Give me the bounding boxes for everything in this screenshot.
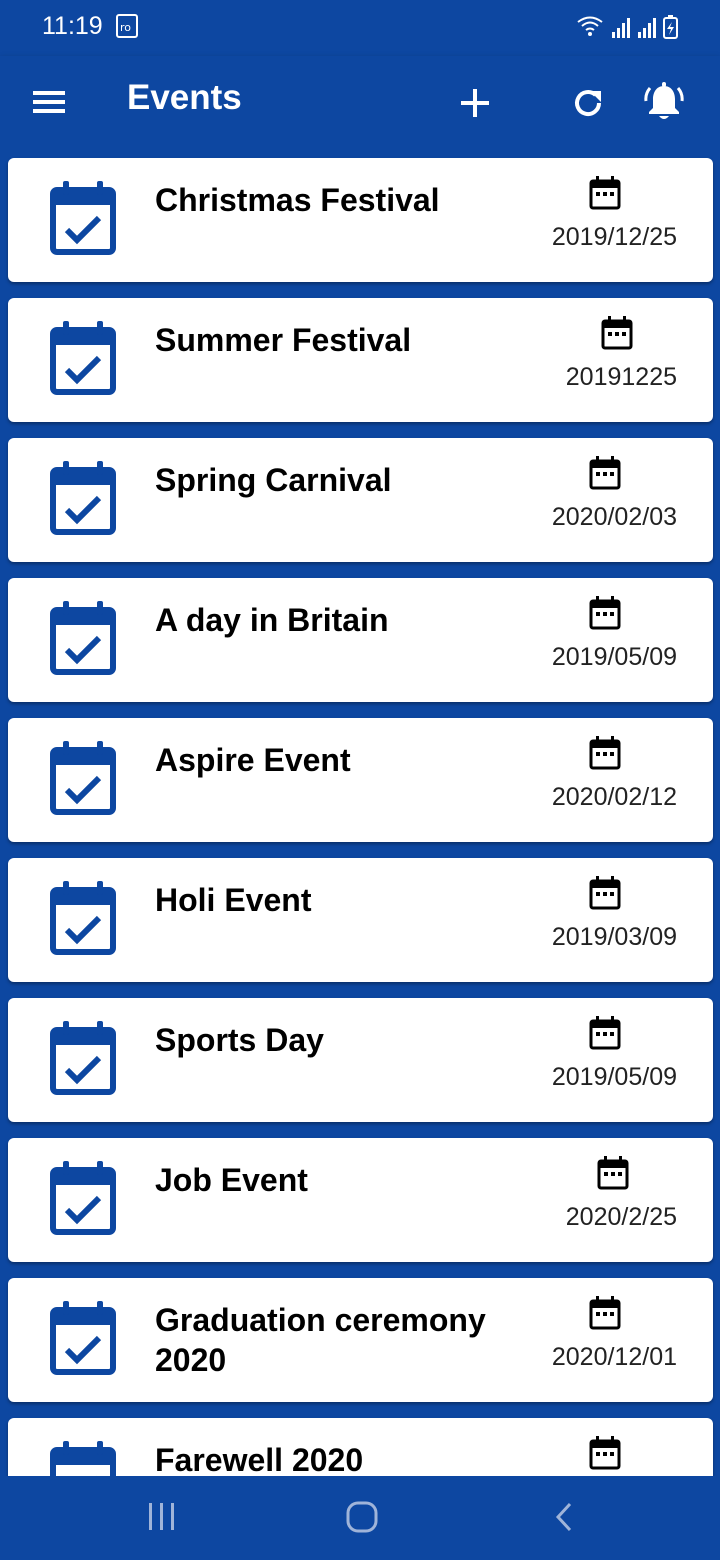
battery-icon bbox=[663, 15, 678, 39]
calendar-check-icon bbox=[49, 1160, 117, 1236]
event-date: 2020/02/12 bbox=[551, 783, 677, 811]
event-date-block: 2020/2/25 bbox=[517, 1156, 677, 1246]
event-title: Farewell 2020 bbox=[155, 1442, 364, 1476]
event-card[interactable]: Spring Carnival 2020/02/03 bbox=[8, 438, 713, 562]
bell-icon[interactable] bbox=[644, 81, 684, 123]
event-date-block: 2019/05/09 bbox=[517, 596, 677, 686]
menu-icon[interactable] bbox=[30, 83, 68, 121]
event-date: 2019/12/25 bbox=[551, 223, 677, 251]
calendar-icon bbox=[589, 596, 621, 630]
event-date: 2020/12/01 bbox=[551, 1343, 677, 1371]
plus-icon[interactable] bbox=[455, 83, 495, 123]
event-title: Sports Day bbox=[155, 1022, 324, 1058]
event-card[interactable]: Job Event 2020/2/25 bbox=[8, 1138, 713, 1262]
calendar-check-icon bbox=[49, 880, 117, 956]
event-card[interactable]: Christmas Festival 2019/12/25 bbox=[8, 158, 713, 282]
calendar-icon bbox=[589, 1296, 621, 1330]
event-date: 2019/03/09 bbox=[551, 923, 677, 951]
app-bar: Events bbox=[0, 56, 720, 150]
event-title: Christmas Festival bbox=[155, 182, 440, 218]
event-date-block: 2019/05/09 bbox=[517, 1016, 677, 1106]
status-time: 11:19 bbox=[42, 12, 103, 40]
event-card[interactable]: Graduation ceremony 2020 2020/12/01 bbox=[8, 1278, 713, 1402]
status-bar: 11:19 ro bbox=[0, 0, 720, 56]
event-date: 2019/05/09 bbox=[551, 643, 677, 671]
calendar-icon bbox=[589, 876, 621, 910]
event-title: Job Event bbox=[155, 1162, 308, 1198]
event-date-block: 2020/02/03 bbox=[517, 456, 677, 546]
system-status-icons bbox=[576, 14, 680, 45]
system-nav-bar bbox=[0, 1476, 720, 1560]
calendar-check-icon bbox=[49, 740, 117, 816]
back-icon[interactable] bbox=[552, 1500, 576, 1534]
calendar-icon bbox=[589, 1016, 621, 1050]
signal-icon bbox=[612, 18, 656, 38]
event-date-block bbox=[517, 1436, 677, 1476]
event-card[interactable]: Holi Event 2019/03/09 bbox=[8, 858, 713, 982]
calendar-icon bbox=[601, 316, 633, 350]
event-date-block: 2019/03/09 bbox=[517, 876, 677, 966]
calendar-check-icon bbox=[49, 1300, 117, 1376]
calendar-check-icon bbox=[49, 320, 117, 396]
recent-apps-icon[interactable] bbox=[147, 1500, 177, 1534]
event-date: 20191225 bbox=[565, 363, 677, 391]
wifi-icon bbox=[577, 16, 603, 31]
event-date-block: 20191225 bbox=[517, 316, 677, 406]
event-date-block: 2020/02/12 bbox=[517, 736, 677, 826]
event-card[interactable]: Aspire Event 2020/02/12 bbox=[8, 718, 713, 842]
event-date: 2019/05/09 bbox=[551, 1063, 677, 1091]
event-title: Holi Event bbox=[155, 882, 312, 918]
event-title: Aspire Event bbox=[155, 742, 351, 778]
calendar-icon bbox=[589, 1436, 621, 1470]
home-icon[interactable] bbox=[345, 1500, 379, 1534]
calendar-check-icon bbox=[49, 180, 117, 256]
event-card[interactable]: Farewell 2020 bbox=[8, 1418, 713, 1476]
calendar-icon bbox=[589, 736, 621, 770]
event-title: Spring Carnival bbox=[155, 462, 392, 498]
event-card[interactable]: Summer Festival 20191225 bbox=[8, 298, 713, 422]
event-list[interactable]: Christmas Festival 2019/12/25 Summer Fes… bbox=[0, 150, 720, 1476]
calendar-check-icon bbox=[49, 460, 117, 536]
event-card[interactable]: A day in Britain 2019/05/09 bbox=[8, 578, 713, 702]
event-date-block: 2019/12/25 bbox=[517, 176, 677, 266]
calendar-check-icon bbox=[49, 1020, 117, 1096]
event-card[interactable]: Sports Day 2019/05/09 bbox=[8, 998, 713, 1122]
event-title: A day in Britain bbox=[155, 602, 389, 638]
calendar-icon bbox=[589, 176, 621, 210]
calendar-icon bbox=[597, 1156, 629, 1190]
event-date-block: 2020/12/01 bbox=[517, 1296, 677, 1386]
calendar-check-icon bbox=[49, 600, 117, 676]
refresh-icon[interactable] bbox=[568, 83, 608, 123]
event-date: 2020/02/03 bbox=[551, 503, 677, 531]
page-title: Events bbox=[127, 78, 242, 117]
event-title: Summer Festival bbox=[155, 322, 412, 358]
notification-indicator-icon: ro bbox=[116, 14, 138, 43]
event-date: 2020/2/25 bbox=[565, 1203, 677, 1231]
calendar-icon bbox=[589, 456, 621, 490]
svg-text:ro: ro bbox=[120, 21, 131, 34]
calendar-check-icon bbox=[49, 1440, 117, 1476]
event-title: Graduation ceremony 2020 bbox=[155, 1302, 486, 1378]
